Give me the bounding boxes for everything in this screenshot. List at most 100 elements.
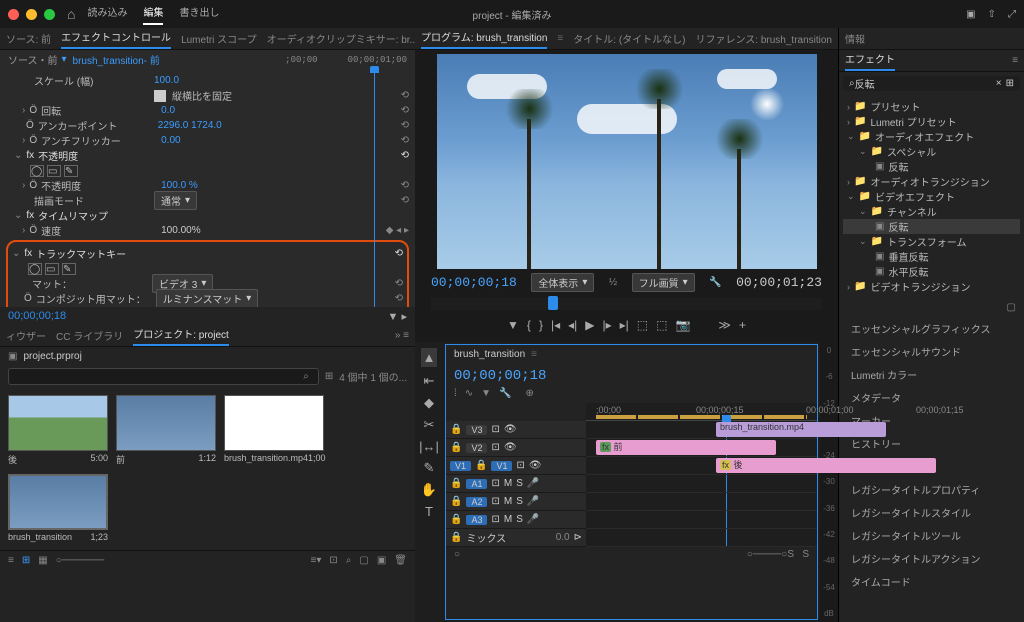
panel-list-item[interactable]: タイムコード xyxy=(839,570,1024,593)
eye-icon[interactable]: 👁 xyxy=(529,460,542,471)
ec-speed-value[interactable]: 100.00% xyxy=(161,225,200,236)
mark-out-icon[interactable]: } xyxy=(539,318,543,332)
minimize-window-button[interactable] xyxy=(26,9,37,20)
tab-reference[interactable]: リファレンス: brush_transition xyxy=(695,31,832,46)
panel-list-item[interactable]: レガシータイトルプロパティ xyxy=(839,478,1024,501)
selection-tool-icon[interactable]: ▲ xyxy=(421,348,438,367)
pen-mask-icon[interactable]: ✎ xyxy=(62,263,76,275)
lift-icon[interactable]: ⬚ xyxy=(637,318,648,332)
toggle-output-icon[interactable]: ⊡ xyxy=(491,442,499,453)
share-icon[interactable]: ⇧ xyxy=(988,9,996,20)
tree-item[interactable]: ▣垂直反転 xyxy=(843,249,1020,264)
bin-item[interactable]: 前1:12 xyxy=(116,395,216,466)
home-icon[interactable]: ⌂ xyxy=(67,6,75,22)
sequence-name[interactable]: brush_transition xyxy=(454,349,525,360)
toggle-output-icon[interactable]: ⊡ xyxy=(516,460,524,471)
ellipse-mask-icon[interactable]: ◯ xyxy=(30,165,44,177)
add-marker-icon[interactable]: ▼ xyxy=(507,318,519,332)
ec-scale-width-value[interactable]: 100.0 xyxy=(154,75,179,86)
panel-list-item[interactable]: エッセンシャルグラフィックス xyxy=(839,317,1024,340)
settings-icon[interactable]: 🔧 xyxy=(499,388,511,399)
ec-anchor-value[interactable]: 2296.0 1724.0 xyxy=(158,120,222,131)
tab-audio-mixer[interactable]: オーディオクリップミキサー: br... xyxy=(267,31,418,46)
reset-icon[interactable]: ⟲ xyxy=(401,105,409,116)
rect-mask-icon[interactable]: ▭ xyxy=(45,263,59,275)
panel-menu-icon[interactable]: » ≡ xyxy=(395,330,409,341)
tree-item[interactable]: ⌄📁オーディオエフェクト xyxy=(843,129,1020,144)
eye-icon[interactable]: 👁 xyxy=(504,424,517,435)
tab-source[interactable]: ソース: 前 xyxy=(6,31,51,46)
tab-title[interactable]: タイトル: (タイトルなし) xyxy=(573,31,685,46)
tab-program[interactable]: プログラム: brush_transition xyxy=(421,29,547,49)
reset-icon[interactable]: ⟲ xyxy=(401,150,409,161)
tree-item[interactable]: ›📁Lumetri プリセット xyxy=(843,114,1020,129)
maximize-window-button[interactable] xyxy=(44,9,55,20)
new-item-icon[interactable]: ▣ xyxy=(377,555,386,566)
lock-icon[interactable]: 🔒 xyxy=(450,532,462,543)
uniform-scale-checkbox[interactable] xyxy=(154,90,166,102)
tab-project[interactable]: プロジェクト: project xyxy=(133,326,229,346)
program-tc-left[interactable]: 00;00;00;18 xyxy=(431,275,517,290)
panel-list-item[interactable]: レガシータイトルツール xyxy=(839,524,1024,547)
track-mix[interactable]: ミックス xyxy=(466,530,506,545)
marker-icon[interactable]: ▼ xyxy=(481,388,491,399)
blend-mode-dropdown[interactable]: 通常 ▾ xyxy=(154,191,197,210)
tab-info[interactable]: 情報 xyxy=(845,31,865,46)
insert-icon[interactable]: ⊕ xyxy=(526,388,534,399)
track-v3[interactable]: V3 xyxy=(466,425,487,435)
trackmatte-header[interactable]: トラックマットキー xyxy=(36,246,126,261)
lock-icon[interactable]: 🔒 xyxy=(450,442,462,453)
new-bin-icon[interactable]: ▢ xyxy=(1007,302,1016,313)
tree-item[interactable]: ▣水平反転 xyxy=(843,264,1020,279)
tree-item[interactable]: ›📁ビデオトランジション xyxy=(843,279,1020,294)
timeline-tc[interactable]: 00;00;00;18 xyxy=(454,368,546,384)
tree-item[interactable]: ▣反転 xyxy=(843,219,1020,234)
tree-item[interactable]: ›📁プリセット xyxy=(843,99,1020,114)
track-v1-src[interactable]: V1 xyxy=(450,461,471,471)
fx-badge-icon[interactable]: ⊞ xyxy=(1006,78,1014,89)
tree-item[interactable]: ⌄📁チャンネル xyxy=(843,204,1020,219)
close-window-button[interactable] xyxy=(8,9,19,20)
timeremap-header[interactable]: タイムリマップ xyxy=(38,208,108,223)
ec-clip-name[interactable]: brush_transition- 前 xyxy=(73,52,160,67)
clip-v2[interactable]: fx 前 xyxy=(596,440,776,455)
export-frame-icon[interactable]: 📷 xyxy=(675,318,690,332)
ellipse-mask-icon[interactable]: ◯ xyxy=(28,263,42,275)
toggle-output-icon[interactable]: ⊡ xyxy=(491,478,499,489)
eye-icon[interactable]: 👁 xyxy=(504,442,517,453)
track-a2[interactable]: A2 xyxy=(466,497,487,507)
filter-icon[interactable]: ▼ ▸ xyxy=(388,310,407,323)
ec-rotation-value[interactable]: 0.0 xyxy=(161,105,175,116)
step-fwd-icon[interactable]: |▸ xyxy=(602,318,611,332)
sort-icon[interactable]: ≡▾ xyxy=(311,555,322,566)
pen-tool-icon[interactable]: ✎ xyxy=(424,460,435,476)
menu-import[interactable]: 読み込み xyxy=(87,4,127,25)
tab-cc-library[interactable]: CC ライブラリ xyxy=(56,328,123,343)
icon-view-icon[interactable]: ⊞ xyxy=(22,555,30,566)
quality-dropdown[interactable]: フル画質 ▾ xyxy=(632,273,695,292)
fit-dropdown[interactable]: 全体表示 ▾ xyxy=(531,273,594,292)
clip-v1[interactable]: fx 後 xyxy=(716,458,936,473)
button-editor-icon[interactable]: + xyxy=(739,318,746,332)
reset-icon[interactable]: ⟲ xyxy=(401,180,409,191)
bin-item[interactable]: brush_transition1;23 xyxy=(8,474,108,542)
tree-item[interactable]: ›📁オーディオトランジション xyxy=(843,174,1020,189)
reset-icon[interactable]: ⟲ xyxy=(395,248,403,259)
tree-item[interactable]: ⌄📁スペシャル xyxy=(843,144,1020,159)
menu-edit[interactable]: 編集 xyxy=(143,4,163,25)
fullscreen-icon[interactable]: ⤢ xyxy=(1008,9,1016,20)
tree-item[interactable]: ⌄📁ビデオエフェクト xyxy=(843,189,1020,204)
link-icon[interactable]: ∿ xyxy=(465,388,473,399)
mic-icon[interactable]: 🎤 xyxy=(527,514,539,525)
tab-effects[interactable]: エフェクト xyxy=(845,51,895,71)
lock-icon[interactable]: 🔒 xyxy=(450,478,462,489)
zoom-slider[interactable]: ○────── xyxy=(56,555,105,566)
settings-icon[interactable]: 🔧 xyxy=(709,277,721,288)
clip-v3[interactable]: brush_transition.mp4 xyxy=(716,422,886,437)
mic-icon[interactable]: 🎤 xyxy=(527,478,539,489)
ripple-tool-icon[interactable]: ◆ xyxy=(424,395,434,411)
tree-item[interactable]: ⌄📁トランスフォーム xyxy=(843,234,1020,249)
toggle-output-icon[interactable]: ⊡ xyxy=(491,514,499,525)
track-a1[interactable]: A1 xyxy=(466,479,487,489)
tab-effect-controls[interactable]: エフェクトコントロール xyxy=(61,29,171,49)
